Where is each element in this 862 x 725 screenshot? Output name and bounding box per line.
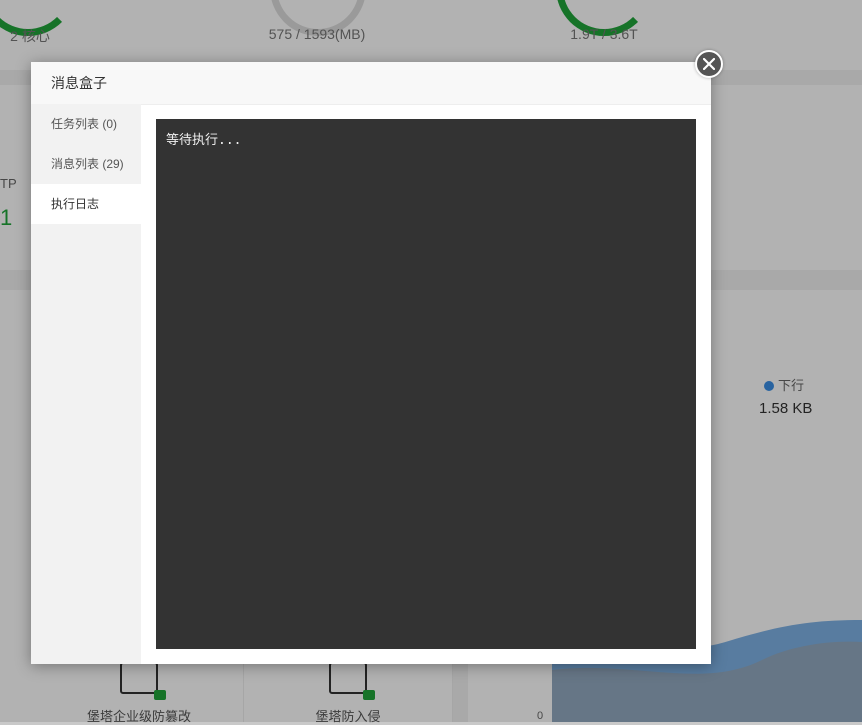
log-text: 等待执行... (166, 133, 242, 148)
dialog-title: 消息盒子 (31, 62, 711, 105)
message-box-dialog: 消息盒子 任务列表 (0) 消息列表 (29) 执行日志 等待执行... (31, 62, 711, 664)
sidebar-item-messages[interactable]: 消息列表 (29) (31, 144, 141, 184)
execution-log-console: 等待执行... (156, 119, 696, 649)
close-icon (703, 58, 715, 70)
sidebar-item-tasks[interactable]: 任务列表 (0) (31, 104, 141, 144)
dialog-sidebar: 任务列表 (0) 消息列表 (29) 执行日志 (31, 104, 141, 664)
close-button[interactable] (695, 50, 723, 78)
sidebar-item-execution-log[interactable]: 执行日志 (31, 184, 141, 224)
